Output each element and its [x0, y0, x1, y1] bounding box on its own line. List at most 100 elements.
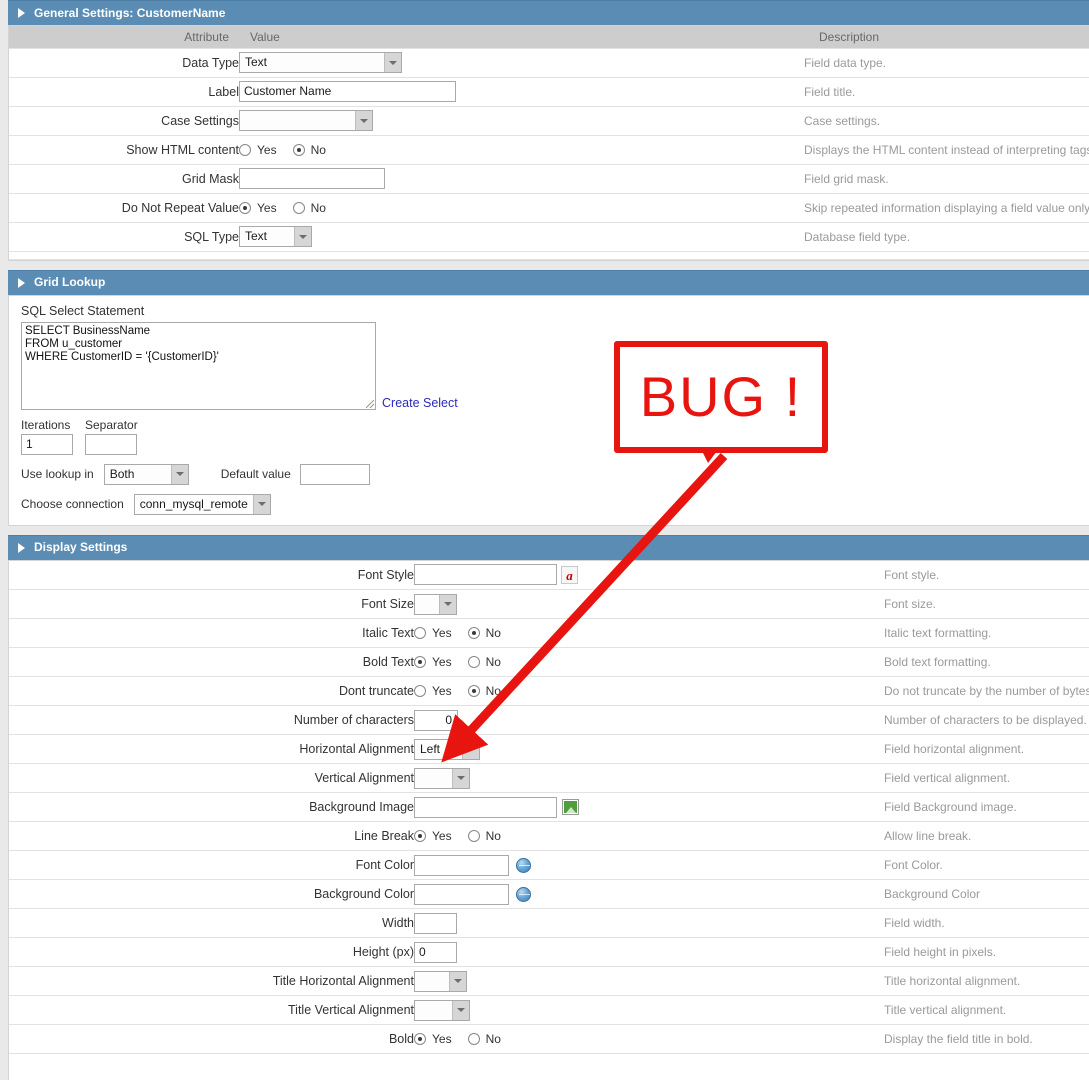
chevron-down-icon[interactable] — [449, 971, 466, 991]
chevron-down-icon[interactable] — [294, 227, 311, 246]
table-row: Show HTML content Yes No Displays the HT… — [9, 135, 1089, 165]
radio-do-not-repeat-yes[interactable] — [239, 201, 251, 214]
chevron-down-icon[interactable] — [452, 768, 469, 788]
select-title-vertical-alignment[interactable] — [414, 999, 470, 1021]
chevron-down-icon[interactable] — [439, 594, 456, 614]
section-header-display-settings[interactable]: Display Settings — [8, 534, 1089, 560]
radio-label-yes: Yes — [432, 1032, 452, 1047]
table-row: Label Customer Name Field title. — [9, 77, 1089, 107]
collapse-triangle-icon[interactable] — [18, 8, 25, 18]
textarea-sql-select-statement[interactable]: SELECT BusinessName FROM u_customer WHER… — [21, 321, 376, 410]
input-label[interactable]: Customer Name — [239, 81, 456, 102]
label-label: Label — [9, 77, 239, 107]
input-font-style[interactable] — [414, 564, 557, 586]
chevron-down-icon[interactable] — [452, 1000, 469, 1020]
image-picker-icon[interactable] — [562, 799, 579, 815]
label-bold-text: Bold Text — [9, 647, 414, 677]
description-bold: Display the field title in bold. — [884, 1024, 1089, 1054]
description-height-px: Field height in pixels. — [884, 937, 1089, 967]
radio-group-bold-text[interactable]: Yes No — [414, 655, 511, 669]
chevron-down-icon[interactable] — [462, 739, 479, 759]
label-title-vertical-alignment: Title Vertical Alignment — [9, 995, 414, 1025]
link-create-select[interactable]: Create Select — [382, 396, 458, 410]
section-header-general-settings[interactable]: General Settings: CustomerName — [8, 0, 1089, 25]
input-default-value[interactable] — [299, 463, 370, 485]
description-dont-truncate: Do not truncate by the number of bytes — [884, 676, 1089, 706]
radio-bold-yes[interactable] — [414, 1033, 426, 1046]
description-title-horizontal-alignment: Title horizontal alignment. — [884, 966, 1089, 996]
chevron-down-icon[interactable] — [170, 464, 188, 484]
label-font-size: Font Size — [9, 589, 414, 619]
input-background-image[interactable] — [414, 796, 557, 818]
radio-group-do-not-repeat-value[interactable]: Yes No — [239, 201, 336, 215]
input-separator[interactable] — [85, 433, 137, 455]
table-row: Background Image Field Background image. — [9, 792, 1089, 822]
radio-line-break-yes[interactable] — [414, 830, 426, 843]
label-show-html-content: Show HTML content — [9, 135, 239, 165]
input-grid-mask[interactable] — [239, 168, 385, 189]
radio-dont-truncate-yes[interactable] — [414, 685, 426, 698]
input-number-of-characters[interactable]: 0 — [414, 709, 458, 731]
radio-bold-text-no[interactable] — [467, 656, 480, 669]
description-bold-text: Bold text formatting. — [884, 647, 1089, 677]
column-header-attribute: Attribute — [9, 26, 239, 49]
table-row: Italic Text Yes No Italic text formattin… — [9, 618, 1089, 648]
radio-label-no: No — [485, 684, 501, 699]
input-font-color[interactable] — [414, 854, 509, 876]
table-row: Bold Text Yes No Bold text formatting. — [9, 647, 1089, 677]
select-sql-type[interactable]: Text — [239, 226, 312, 247]
chevron-down-icon[interactable] — [384, 53, 401, 72]
resize-handle-icon[interactable] — [366, 399, 374, 408]
radio-group-line-break[interactable]: Yes No — [414, 829, 511, 843]
radio-group-show-html-content[interactable]: Yes No — [239, 143, 336, 157]
select-choose-connection[interactable]: conn_mysql_remote — [133, 493, 271, 515]
select-title-horizontal-alignment[interactable] — [414, 970, 467, 992]
collapse-triangle-icon[interactable] — [18, 277, 25, 288]
select-case-settings[interactable] — [239, 110, 373, 131]
radio-bold-text-yes[interactable] — [414, 656, 426, 669]
radio-line-break-no[interactable] — [467, 830, 480, 843]
radio-dont-truncate-no[interactable] — [467, 685, 480, 698]
radio-do-not-repeat-no[interactable] — [292, 201, 305, 214]
radio-group-italic-text[interactable]: Yes No — [414, 626, 511, 640]
section-header-grid-lookup[interactable]: Grid Lookup — [8, 269, 1089, 295]
description-label: Field title. — [804, 77, 1089, 107]
select-horizontal-alignment[interactable]: Left — [414, 738, 480, 760]
select-data-type[interactable]: Text — [239, 52, 402, 73]
radio-bold-no[interactable] — [467, 1033, 480, 1046]
radio-show-html-yes[interactable] — [239, 143, 251, 156]
select-use-lookup-in[interactable]: Both — [103, 463, 189, 485]
radio-label-yes: Yes — [257, 142, 277, 157]
radio-show-html-no[interactable] — [292, 143, 305, 156]
table-row: Dont truncate Yes No Do not truncate by … — [9, 676, 1089, 706]
radio-label-no: No — [485, 655, 501, 670]
radio-label-yes: Yes — [432, 626, 452, 641]
radio-label-yes: Yes — [432, 684, 452, 699]
description-italic-text: Italic text formatting. — [884, 618, 1089, 648]
column-header-value: Value — [239, 26, 804, 49]
description-line-break: Allow line break. — [884, 821, 1089, 851]
radio-group-dont-truncate[interactable]: Yes No — [414, 684, 511, 698]
chevron-down-icon[interactable] — [355, 111, 372, 130]
table-row: Horizontal Alignment Left Field horizont… — [9, 734, 1089, 764]
radio-label-no: No — [310, 142, 326, 157]
radio-italic-no[interactable] — [467, 627, 480, 640]
radio-italic-yes[interactable] — [414, 627, 426, 640]
label-font-color: Font Color — [9, 850, 414, 880]
chevron-down-icon[interactable] — [252, 494, 270, 514]
color-picker-icon[interactable] — [516, 857, 531, 873]
table-spacer-row — [9, 1053, 1089, 1080]
radio-group-bold[interactable]: Yes No — [414, 1032, 511, 1046]
input-iterations[interactable]: 1 — [21, 433, 73, 455]
select-vertical-alignment[interactable] — [414, 767, 470, 789]
collapse-triangle-icon[interactable] — [18, 542, 25, 553]
font-style-icon[interactable]: a — [561, 565, 578, 584]
radio-label-yes: Yes — [257, 200, 277, 215]
select-font-size[interactable] — [414, 593, 457, 615]
color-picker-icon[interactable] — [516, 886, 531, 902]
label-iterations: Iterations — [21, 417, 71, 432]
input-width[interactable] — [414, 912, 457, 934]
input-background-color[interactable] — [414, 883, 509, 905]
input-height-px[interactable]: 0 — [414, 941, 457, 963]
table-row: Title Horizontal Alignment Title horizon… — [9, 966, 1089, 996]
